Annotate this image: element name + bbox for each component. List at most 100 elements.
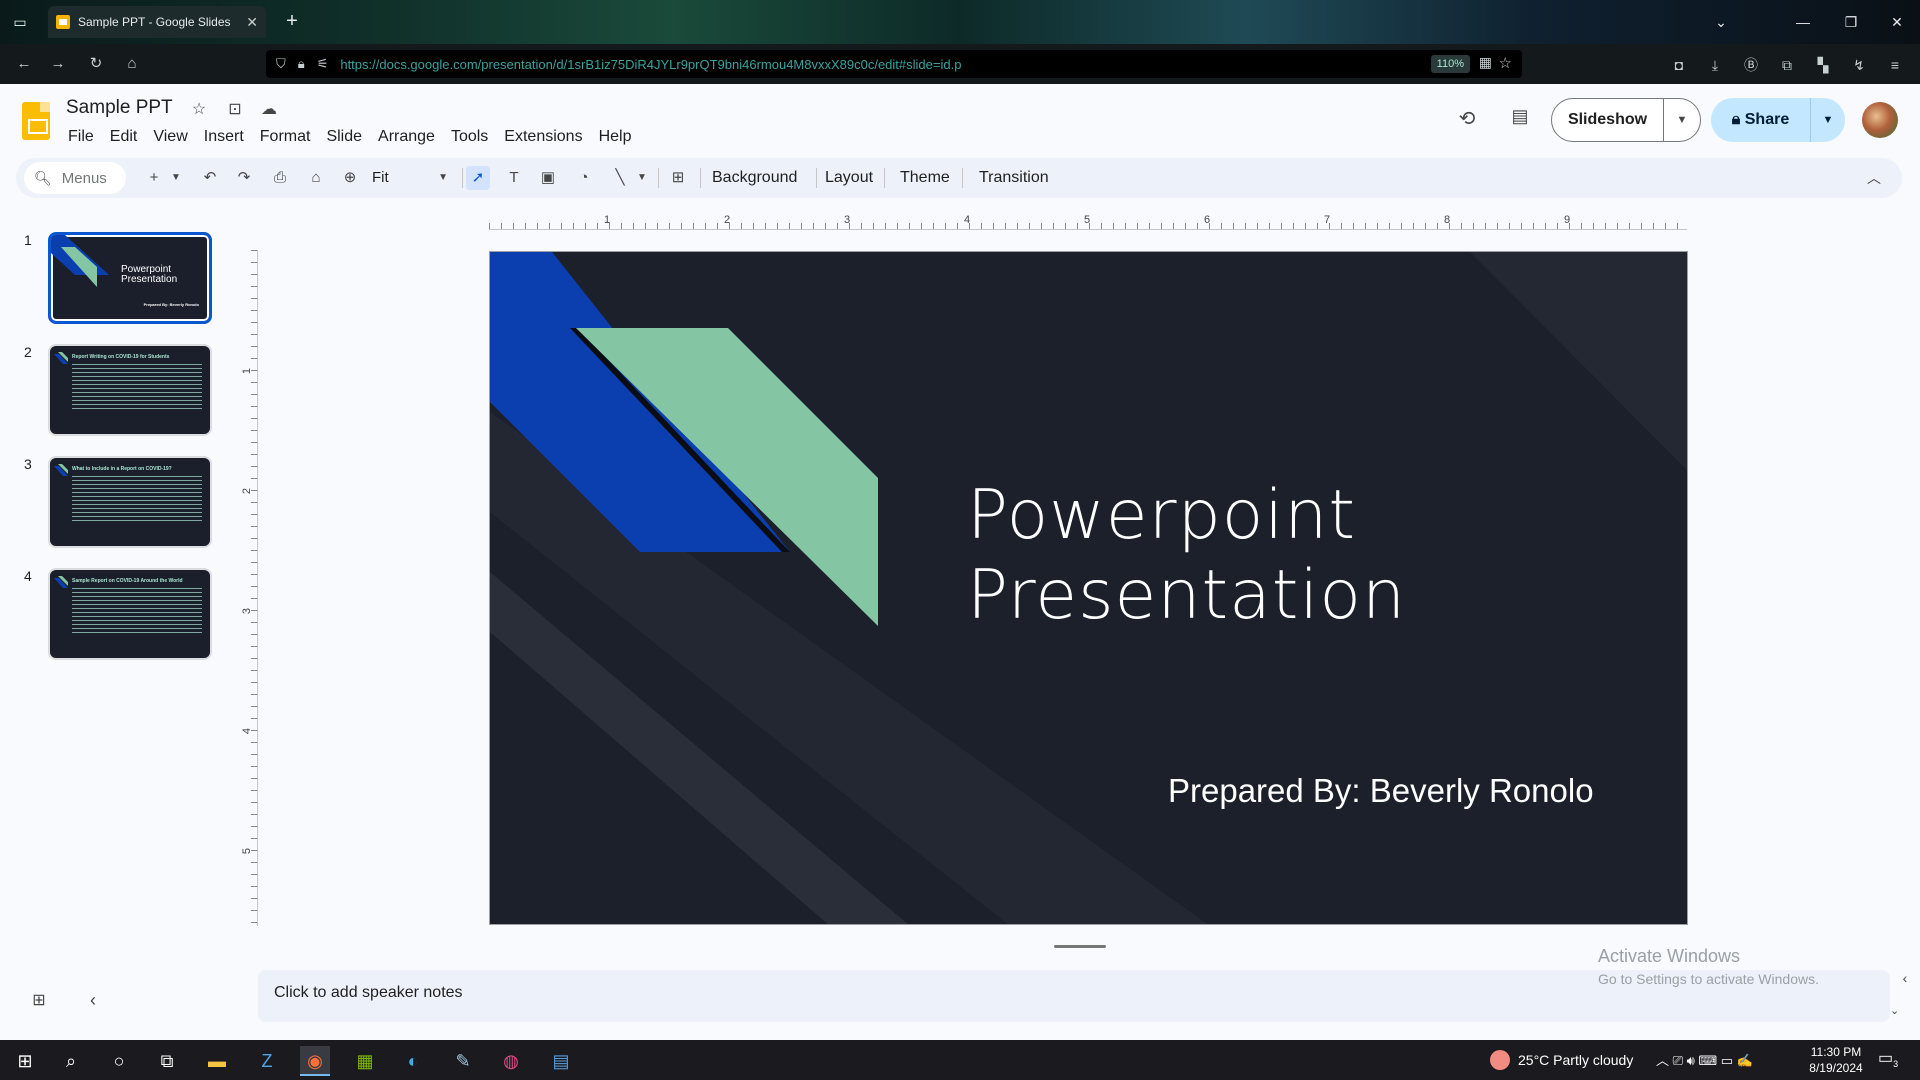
add-comment-icon[interactable]: ⊞ (666, 166, 690, 190)
store-icon[interactable]: ▦ (350, 1046, 380, 1076)
theme-button[interactable]: Theme (900, 166, 950, 190)
insert-image-icon[interactable]: ▣ (536, 166, 560, 190)
firefox-icon[interactable]: ◉ (300, 1046, 330, 1076)
task-view-icon[interactable]: ⧉ (152, 1046, 182, 1076)
slide-thumbnail-3[interactable]: What to Include in a Report on COVID-19? (48, 456, 212, 548)
restore-icon[interactable]: ❐ (1828, 0, 1874, 44)
reload-icon[interactable]: ↻ (84, 52, 108, 76)
system-clock[interactable]: 11:30 PM 8/19/2024 (1808, 1044, 1864, 1076)
menu-extensions[interactable]: Extensions (496, 126, 590, 148)
cloud-saved-icon[interactable]: ☁ (258, 99, 280, 121)
tab-overflow-chevron-icon[interactable]: ⌄ (1698, 0, 1744, 44)
downloads-icon[interactable]: ⤓ (1704, 54, 1726, 76)
slide-byline-textbox[interactable]: Prepared By: Beverly Ronolo (1168, 772, 1594, 810)
zoom-icon[interactable]: ⊕ (338, 166, 362, 190)
minimize-icon[interactable]: — (1780, 0, 1826, 44)
share-button[interactable]: 🔒︎ Share ▼ (1711, 98, 1845, 142)
slide-thumbnail-2[interactable]: Report Writing on COVID-19 for Students (48, 344, 212, 436)
new-slide-icon[interactable]: + (142, 166, 166, 190)
close-window-icon[interactable]: ✕ (1874, 0, 1920, 44)
sync-extension-icon[interactable]: ↯ (1848, 54, 1870, 76)
collapse-toolbar-chevron-icon[interactable]: ︿ (1862, 166, 1886, 190)
menu-format[interactable]: Format (252, 126, 319, 148)
slideshow-label[interactable]: Slideshow (1552, 99, 1664, 141)
line-icon[interactable]: ╲ (608, 166, 632, 190)
star-icon[interactable]: ☆ (188, 99, 210, 121)
menu-arrange[interactable]: Arrange (370, 126, 443, 148)
windows-start-icon[interactable]: ⊞ (10, 1046, 40, 1076)
slideshow-dropdown-icon[interactable]: ▼ (1664, 99, 1700, 141)
extension-b-icon[interactable]: Ⓑ (1740, 54, 1762, 76)
slide-thumbnail-4[interactable]: Sample Report on COVID-19 Around the Wor… (48, 568, 212, 660)
document-title[interactable]: Sample PPT (66, 97, 173, 119)
extensions-icon[interactable]: ⧉ (1776, 54, 1798, 76)
menus-search-input[interactable]: 🔍︎ Menus (24, 162, 126, 194)
menu-help[interactable]: Help (591, 126, 640, 148)
menu-insert[interactable]: Insert (196, 126, 252, 148)
apps-grid-icon[interactable]: ▚ (1812, 54, 1834, 76)
line-dropdown-icon[interactable]: ▼ (630, 166, 654, 190)
share-dropdown-icon[interactable]: ▼ (1811, 98, 1845, 142)
horizontal-ruler[interactable]: 1 2 3 4 5 6 7 8 9 (489, 212, 1687, 230)
system-tray-icons[interactable]: ︿ ⎚ 🔊︎ ⌨ ▭ ✍ (1656, 1050, 1753, 1069)
notes-resize-handle[interactable] (1054, 945, 1106, 948)
lock-icon[interactable]: 🔒︎ (298, 56, 305, 72)
notification-center-icon[interactable]: ▭3 (1878, 1048, 1898, 1069)
forward-icon[interactable]: → (46, 52, 70, 76)
vertical-ruler[interactable]: 1 2 3 4 5 (241, 250, 258, 926)
select-cursor-icon[interactable]: ➚ (466, 166, 490, 190)
slide-canvas[interactable]: Powerpoint Presentation Prepared By: Bev… (489, 251, 1688, 925)
paint-icon[interactable]: ✎ (448, 1046, 478, 1076)
comments-icon[interactable]: ▤ (1507, 106, 1533, 132)
slide-title-textbox[interactable]: Powerpoint Presentation (967, 476, 1406, 636)
slideshow-button[interactable]: Slideshow ▼ (1551, 98, 1701, 142)
qr-code-icon[interactable]: ▦ (1479, 54, 1492, 71)
bookmark-star-icon[interactable]: ☆ (1499, 54, 1512, 72)
new-tab-icon[interactable]: + (278, 8, 306, 36)
app-icon[interactable]: ◍ (496, 1046, 526, 1076)
browser-tab-active[interactable]: Sample PPT - Google Slides ✕ (48, 6, 266, 38)
shape-icon[interactable]: ◔ (572, 166, 596, 190)
version-history-icon[interactable]: ⟲ (1454, 106, 1480, 132)
paint-format-icon[interactable]: ⌂ (304, 166, 328, 190)
grid-view-icon[interactable]: ⊞ (28, 990, 50, 1012)
slides-logo-icon[interactable] (22, 102, 50, 140)
new-slide-dropdown-icon[interactable]: ▼ (164, 166, 188, 190)
text-box-icon[interactable]: T (502, 166, 526, 190)
menu-edit[interactable]: Edit (102, 126, 146, 148)
tab-list-icon[interactable]: ▭ (8, 10, 32, 34)
permissions-icon[interactable]: ⚟ (317, 56, 329, 72)
share-label[interactable]: 🔒︎ Share (1711, 98, 1811, 142)
redo-icon[interactable]: ↷ (232, 166, 256, 190)
scroll-down-chevron-icon[interactable]: ⌄ (1890, 1004, 1904, 1018)
search-icon[interactable]: ⌕ (56, 1046, 86, 1076)
zoom-level-badge[interactable]: 110% (1430, 55, 1470, 73)
edge-icon[interactable]: ◐ (398, 1046, 428, 1076)
move-folder-icon[interactable]: ⊡ (224, 99, 246, 121)
address-bar[interactable]: ⛉ 🔒︎ ⚟ https://docs.google.com/presentat… (266, 50, 1522, 78)
back-icon[interactable]: ← (12, 52, 36, 76)
home-icon[interactable]: ⌂ (120, 52, 144, 76)
background-button[interactable]: Background (712, 166, 797, 190)
shield-icon[interactable]: ⛉ (276, 56, 286, 72)
print-icon[interactable]: ⎙ (268, 166, 292, 190)
file-explorer-icon[interactable]: ▬ (202, 1046, 232, 1076)
zotero-icon[interactable]: Z (252, 1046, 282, 1076)
undo-icon[interactable]: ↶ (198, 166, 222, 190)
menu-tools[interactable]: Tools (443, 126, 496, 148)
slide-thumbnail-1[interactable]: Powerpoint Presentation Prepared By: Bev… (48, 232, 212, 324)
collapse-filmstrip-chevron-icon[interactable]: ‹ (82, 990, 104, 1012)
pocket-icon[interactable]: ◘ (1668, 54, 1690, 76)
calculator-icon[interactable]: ▤ (546, 1046, 576, 1076)
cortana-icon[interactable]: ○ (104, 1046, 134, 1076)
tab-close-icon[interactable]: ✕ (246, 14, 258, 31)
zoom-select[interactable]: Fit ▼ (372, 166, 452, 190)
menu-file[interactable]: File (60, 126, 102, 148)
browser-menu-icon[interactable]: ≡ (1884, 54, 1906, 76)
layout-button[interactable]: Layout (825, 166, 873, 190)
menu-slide[interactable]: Slide (318, 126, 370, 148)
weather-widget[interactable]: 25°C Partly cloudy (1490, 1050, 1633, 1070)
url-text[interactable]: https://docs.google.com/presentation/d/1… (340, 57, 1522, 72)
side-panel-chevron-icon[interactable]: ‹ (1894, 970, 1916, 992)
avatar[interactable] (1862, 102, 1898, 138)
